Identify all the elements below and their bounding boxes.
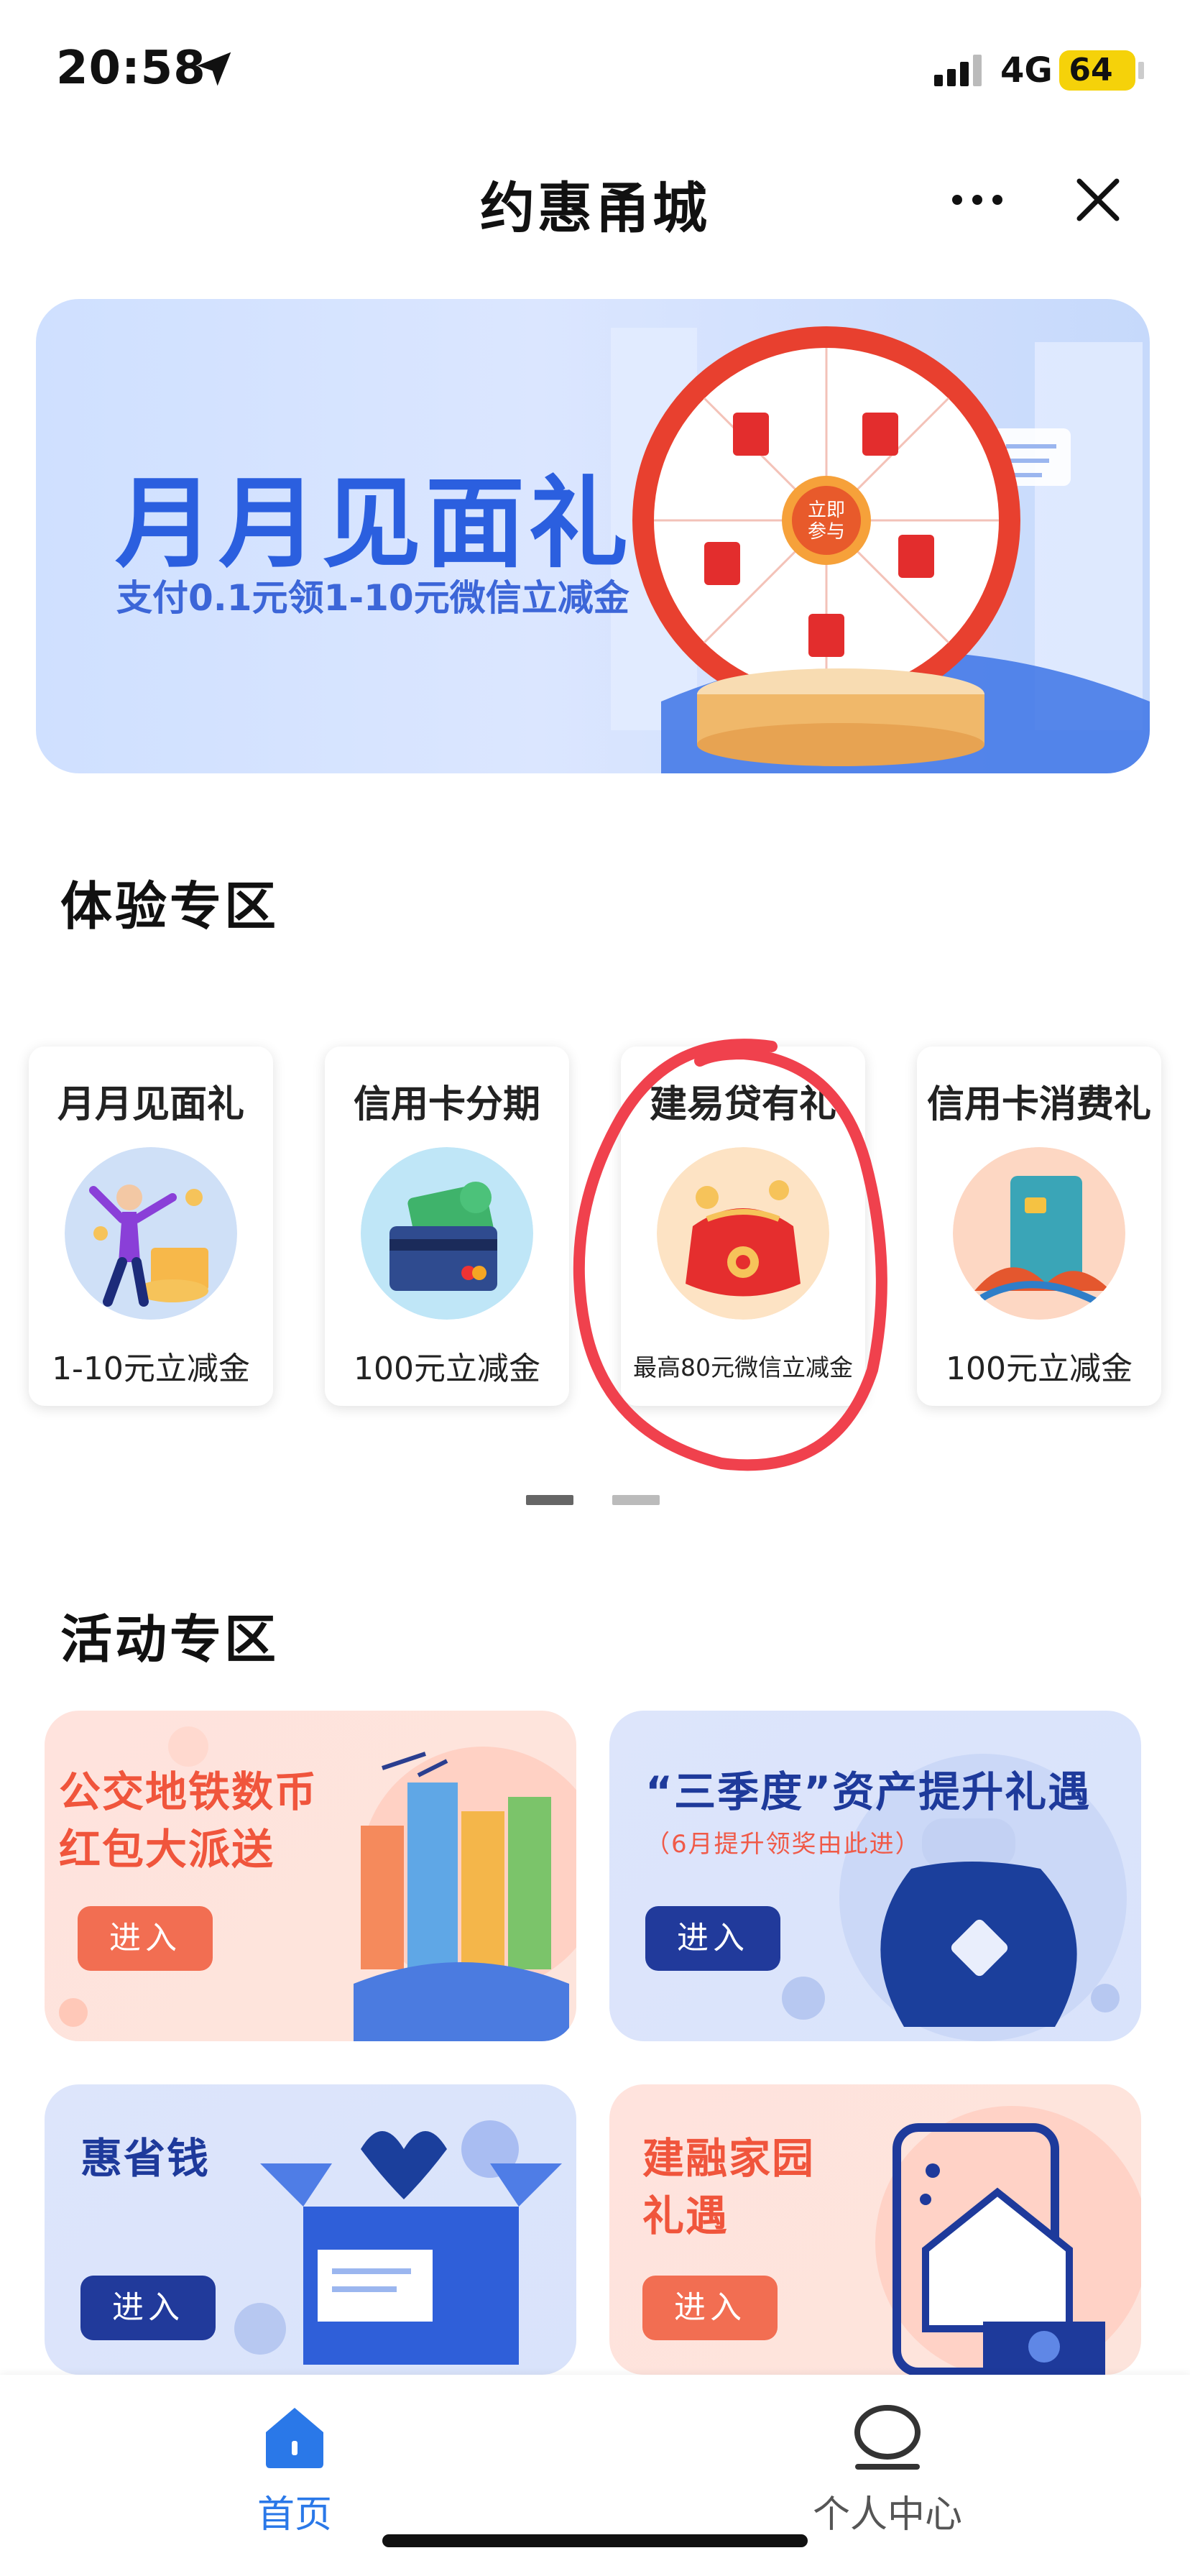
battery-level: 64 bbox=[1069, 52, 1113, 88]
nav-profile-label[interactable]: 个人中心 bbox=[801, 2484, 974, 2538]
svg-text:参与: 参与 bbox=[808, 521, 845, 543]
page-title: 约惠甬城 bbox=[480, 176, 710, 240]
activity-title-line2: 礼遇 bbox=[642, 2191, 729, 2240]
experience-card-installment[interactable]: 信用卡分期 100元立减金 bbox=[325, 1046, 569, 1406]
credit-card-money-icon bbox=[361, 1147, 533, 1320]
home-icon[interactable] bbox=[259, 2401, 331, 2472]
credit-card-landscape-icon bbox=[953, 1147, 1125, 1320]
activity-note: （6月提升领奖由此进） bbox=[645, 1830, 921, 1859]
hero-title: 月月见面礼 bbox=[115, 466, 633, 581]
card-title: 信用卡消费礼 bbox=[926, 1083, 1151, 1126]
more-icon[interactable] bbox=[949, 193, 1006, 207]
celebration-person-icon bbox=[65, 1147, 237, 1320]
activity-title: 惠省钱 bbox=[80, 2134, 211, 2183]
activity-card-home-gift[interactable]: 建融家园 礼遇 进入 bbox=[609, 2084, 1141, 2375]
enter-button[interactable]: 进入 bbox=[80, 2276, 216, 2340]
red-highlight-circle bbox=[573, 1039, 887, 1471]
pager-dot[interactable] bbox=[612, 1495, 660, 1505]
close-icon[interactable] bbox=[1075, 177, 1121, 223]
nav-home-label[interactable]: 首页 bbox=[237, 2484, 352, 2538]
activity-card-transit-red-packet[interactable]: 公交地铁数币 红包大派送 进入 bbox=[45, 1711, 576, 2041]
activity-title: 建融家园 bbox=[642, 2134, 816, 2183]
signal-icon bbox=[934, 55, 982, 86]
profile-icon[interactable] bbox=[848, 2404, 927, 2472]
activity-section-title: 活动专区 bbox=[60, 1609, 280, 1670]
activity-card-asset-upgrade[interactable]: “三季度”资产提升礼遇 （6月提升领奖由此进） 进入 bbox=[609, 1711, 1141, 2041]
hero-banner[interactable]: 月月见面礼 支付0.1元领1-10元微信立减金 立即 参与 bbox=[36, 299, 1150, 773]
home-indicator bbox=[382, 2534, 808, 2547]
activity-title-line2: 红包大派送 bbox=[59, 1825, 275, 1874]
svg-text:立即: 立即 bbox=[808, 500, 845, 521]
card-subtitle: 100元立减金 bbox=[946, 1351, 1133, 1387]
platform-illustration bbox=[697, 668, 984, 766]
enter-button[interactable]: 进入 bbox=[642, 2276, 778, 2340]
hero-subtitle: 支付0.1元领1-10元微信立减金 bbox=[116, 577, 629, 619]
location-arrow-icon bbox=[197, 52, 231, 86]
network-type: 4G bbox=[1000, 50, 1053, 91]
activity-title: “三季度”资产提升礼遇 bbox=[645, 1767, 1092, 1816]
card-title: 信用卡分期 bbox=[353, 1083, 540, 1126]
experience-card-consumption-gift[interactable]: 信用卡消费礼 100元立减金 bbox=[917, 1046, 1161, 1406]
card-title: 月月见面礼 bbox=[57, 1083, 244, 1126]
card-subtitle: 1-10元立减金 bbox=[52, 1351, 250, 1387]
experience-card-monthly-gift[interactable]: 月月见面礼 1-10元立减金 bbox=[29, 1046, 273, 1406]
card-subtitle: 100元立减金 bbox=[354, 1351, 540, 1387]
activity-card-save-money[interactable]: 惠省钱 进入 bbox=[45, 2084, 576, 2375]
experience-section-title: 体验专区 bbox=[60, 876, 280, 937]
pager-dot-active[interactable] bbox=[526, 1495, 573, 1505]
enter-button[interactable]: 进入 bbox=[78, 1906, 213, 1971]
enter-button[interactable]: 进入 bbox=[645, 1906, 780, 1971]
activity-title: 公交地铁数币 bbox=[59, 1767, 318, 1816]
status-time: 20:58 bbox=[56, 42, 206, 95]
battery-tip bbox=[1138, 62, 1144, 79]
